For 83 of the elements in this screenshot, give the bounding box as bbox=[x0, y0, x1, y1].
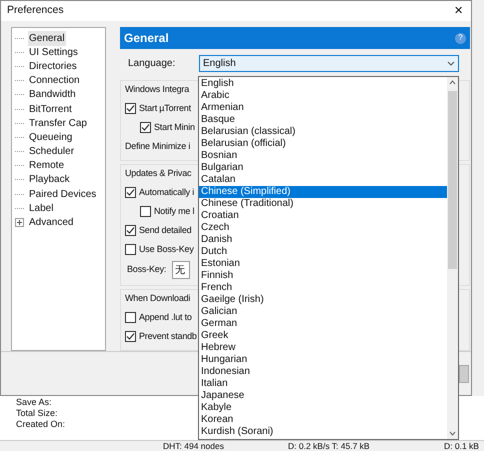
input-field[interactable]: 无 bbox=[172, 261, 190, 279]
checkbox[interactable] bbox=[125, 312, 136, 323]
close-button[interactable]: ✕ bbox=[452, 2, 465, 20]
option-label: Prevent standb bbox=[139, 330, 197, 343]
language-option[interactable]: Kurdish (Sorani) bbox=[199, 426, 447, 438]
language-option[interactable]: Japanese bbox=[199, 390, 447, 402]
option-label: Send detailed bbox=[139, 224, 192, 237]
tree-item[interactable]: Scheduler bbox=[28, 144, 76, 160]
language-option[interactable]: Czech bbox=[199, 222, 447, 234]
language-option[interactable]: Bosnian bbox=[199, 150, 447, 162]
tree-item[interactable]: Playback bbox=[28, 172, 71, 188]
option-label: Automatically i bbox=[139, 186, 194, 199]
scroll-down-icon[interactable] bbox=[449, 431, 456, 436]
language-option[interactable]: Belarusian (official) bbox=[199, 138, 447, 150]
option-label: Notify me l bbox=[154, 204, 194, 218]
detail-label: Total Size: bbox=[16, 408, 58, 419]
language-option[interactable]: Dutch bbox=[199, 246, 447, 258]
tree-item[interactable]: UI Settings bbox=[28, 44, 79, 60]
language-option[interactable]: Italian bbox=[199, 378, 447, 390]
checkbox[interactable] bbox=[125, 331, 136, 342]
window-title: Preferences bbox=[7, 3, 64, 18]
language-option[interactable]: Galician bbox=[199, 306, 447, 318]
language-label: Language: bbox=[128, 56, 176, 70]
language-option[interactable]: Korean bbox=[199, 414, 447, 426]
detail-label: Created On: bbox=[16, 419, 66, 430]
scroll-up-icon[interactable] bbox=[449, 80, 456, 85]
group-title: Updates & Privac bbox=[125, 167, 192, 180]
checkbox[interactable] bbox=[125, 225, 136, 236]
tree-item[interactable]: Bandwidth bbox=[28, 87, 77, 102]
language-option[interactable]: Croatian bbox=[199, 210, 447, 222]
language-option[interactable]: Armenian bbox=[199, 102, 447, 114]
tree-item[interactable]: Queueing bbox=[28, 130, 74, 145]
language-option[interactable]: Belarusian (classical) bbox=[199, 126, 447, 138]
status-text: D: 0.1 kB bbox=[444, 441, 479, 451]
language-option[interactable]: Catalan bbox=[199, 174, 447, 186]
checkbox[interactable] bbox=[140, 206, 151, 217]
checkbox[interactable] bbox=[125, 103, 136, 114]
language-option[interactable]: Kabyle bbox=[199, 402, 447, 414]
language-dropdown[interactable]: English bbox=[199, 54, 459, 72]
chevron-icon bbox=[447, 60, 455, 66]
language-option[interactable]: Chinese (Traditional) bbox=[199, 198, 447, 210]
checkbox[interactable] bbox=[140, 122, 151, 133]
tree-item[interactable]: Transfer Cap bbox=[28, 116, 88, 131]
option-label: Start Minin bbox=[154, 120, 195, 134]
language-option[interactable]: Gaeilge (Irish) bbox=[199, 294, 447, 306]
language-option[interactable]: Basque bbox=[199, 114, 447, 126]
tree-item[interactable]: Label bbox=[28, 200, 54, 216]
option-label: Start µTorrent bbox=[139, 102, 191, 115]
tree-item[interactable]: Paired Devices bbox=[28, 186, 98, 202]
tree-item[interactable]: Remote bbox=[28, 158, 66, 174]
status-text: DHT: 494 nodes bbox=[163, 441, 225, 451]
language-option[interactable]: French bbox=[199, 282, 447, 294]
language-option[interactable]: Chinese (Simplified) bbox=[199, 186, 447, 198]
tree-item[interactable]: Advanced bbox=[28, 215, 74, 230]
language-option[interactable]: German bbox=[199, 318, 447, 330]
group-title: Windows Integra bbox=[125, 83, 190, 96]
tree-item[interactable]: General bbox=[28, 30, 66, 46]
language-option[interactable]: English bbox=[199, 78, 447, 90]
language-option[interactable]: Greek bbox=[199, 330, 447, 342]
group-title: When Downloadi bbox=[125, 292, 190, 306]
language-option[interactable]: Hebrew bbox=[199, 342, 447, 354]
language-option[interactable]: Bulgarian bbox=[199, 162, 447, 174]
language-option[interactable]: Hungarian bbox=[199, 354, 447, 366]
status-text: D: 0.2 kB/s T: 45.7 kB bbox=[288, 441, 371, 451]
expand-icon[interactable] bbox=[15, 218, 24, 228]
option-label: Append .lut to bbox=[139, 310, 192, 324]
language-option[interactable]: Danish bbox=[199, 234, 447, 246]
checkbox[interactable] bbox=[125, 187, 136, 198]
tree-item[interactable]: Connection bbox=[28, 73, 81, 88]
checkbox[interactable] bbox=[125, 244, 136, 255]
language-option[interactable]: Indonesian bbox=[199, 366, 447, 378]
language-option[interactable]: Arabic bbox=[199, 90, 447, 102]
scroll-thumb[interactable] bbox=[448, 91, 457, 269]
panel-title: General bbox=[124, 30, 169, 47]
option-label: Use Boss-Key bbox=[139, 242, 194, 256]
tree-item[interactable]: BitTorrent bbox=[28, 102, 73, 117]
detail-label: Save As: bbox=[16, 397, 52, 408]
field-label: Boss-Key: bbox=[127, 263, 166, 276]
option-label: Define Minimize i bbox=[125, 140, 190, 153]
scrollbar[interactable] bbox=[447, 77, 458, 439]
language-option[interactable]: Finnish bbox=[199, 270, 447, 282]
language-option[interactable]: Estonian bbox=[199, 258, 447, 270]
tree-item[interactable]: Directories bbox=[28, 58, 78, 74]
